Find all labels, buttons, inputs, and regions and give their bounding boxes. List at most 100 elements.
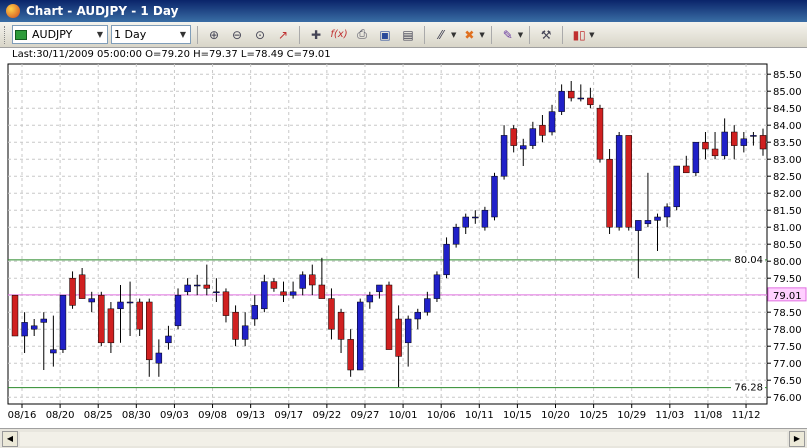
candle-body[interactable] [510,128,517,146]
candle-body[interactable] [357,301,364,371]
candle-body[interactable] [759,135,767,150]
candle-body[interactable] [596,107,604,160]
candle-body[interactable] [750,135,757,137]
candle-body[interactable] [529,128,537,146]
candle-body[interactable] [117,301,124,310]
candle-body[interactable] [299,274,306,289]
candle-body[interactable] [59,294,67,350]
candle-body[interactable] [165,335,172,344]
page-icon[interactable]: ▤ [398,25,418,45]
candle-body[interactable] [280,291,287,296]
chevron-down-icon[interactable]: ▼ [589,31,594,39]
scroll-right-button[interactable]: ▶ [789,430,805,447]
candle-body[interactable] [146,301,153,361]
candle-body[interactable] [126,301,134,304]
candle-body[interactable] [347,339,354,371]
candle-body[interactable] [577,97,585,100]
candle-body[interactable] [683,165,690,174]
candle-body[interactable] [548,111,556,133]
candle-body[interactable] [309,274,316,286]
candle-body[interactable] [213,291,220,294]
candle-body[interactable] [587,97,594,106]
fx-icon[interactable]: f(x) [329,25,349,45]
candlestick-chart[interactable]: 76.0076.5077.0077.5078.0078.5079.0079.50… [0,62,807,428]
chart-area[interactable]: 76.0076.5077.0077.5078.0078.5079.0079.50… [0,62,807,428]
candle-body[interactable] [30,325,38,330]
candle-body[interactable] [692,141,700,174]
candle-body[interactable] [462,216,469,228]
candle-body[interactable] [414,311,421,320]
candle-body[interactable] [232,311,239,340]
candle-body[interactable] [606,158,613,228]
candle-body[interactable] [251,305,258,320]
candle-body[interactable] [404,318,412,344]
candle-body[interactable] [261,281,268,310]
chevron-down-icon[interactable]: ▼ [93,30,107,39]
candle-body[interactable] [395,318,402,357]
cursor-icon[interactable]: ↗ [273,25,293,45]
chevron-down-icon[interactable]: ▼ [176,30,190,39]
candle-body[interactable] [654,216,661,221]
candle-body[interactable] [78,274,86,299]
candle-body[interactable] [558,90,565,112]
save-icon[interactable]: ▣ [375,25,395,45]
candle-body[interactable] [711,148,719,157]
crosshair-icon[interactable]: ✚ [306,25,326,45]
candle-body[interactable] [567,90,575,99]
settings-icon[interactable]: ⚒ [536,25,556,45]
candle-body[interactable] [88,298,95,303]
timeframe-select[interactable]: 1 Day ▼ [111,25,191,44]
candle-body[interactable] [289,291,297,296]
candle-body[interactable] [136,301,143,330]
candle-body[interactable] [155,352,163,364]
candle-body[interactable] [644,220,652,225]
candle-body[interactable] [241,325,249,340]
zoom-out-icon[interactable]: ⊖ [227,25,247,45]
candle-body[interactable] [11,294,19,337]
candle-body[interactable] [337,311,345,340]
zoom-in-icon[interactable]: ⊕ [204,25,224,45]
chevron-down-icon[interactable]: ▼ [451,31,456,39]
candle-body[interactable] [270,281,278,289]
candle-body[interactable] [385,284,393,350]
candle-body[interactable] [731,131,738,146]
candle-body[interactable] [740,138,748,146]
candle-body[interactable] [702,141,709,150]
candle-body[interactable] [376,284,383,293]
candle-body[interactable] [663,206,671,218]
candle-body[interactable] [174,294,182,327]
fibonacci-icon[interactable]: ✖ [459,25,479,45]
symbol-select[interactable]: AUDJPY ▼ [12,25,108,44]
candle-body[interactable] [452,226,460,245]
candle-body[interactable] [635,220,642,231]
chevron-down-icon[interactable]: ▼ [479,31,484,39]
candle-body[interactable] [222,291,230,316]
candle-body[interactable] [184,284,191,293]
line-tool-icon[interactable]: ⁄⁄ [431,25,451,45]
scroll-track[interactable] [20,431,787,446]
candle-body[interactable] [98,294,105,344]
candle-body[interactable] [539,124,546,136]
candle-body[interactable] [481,209,489,228]
print-icon[interactable]: ⎙ [352,25,372,45]
bars-icon[interactable]: ▮▯ [569,25,589,45]
horizontal-scrollbar[interactable]: ◀ ▶ [0,428,807,448]
toolbar-grip[interactable] [4,25,7,44]
candle-body[interactable] [193,284,201,287]
zoom-fit-icon[interactable]: ⊙ [250,25,270,45]
candle-body[interactable] [433,274,441,299]
candle-body[interactable] [366,294,374,303]
candle-body[interactable] [615,135,623,228]
candle-body[interactable] [520,145,527,150]
candle-body[interactable] [673,165,680,208]
candle-body[interactable] [40,318,47,323]
drawing-icon[interactable]: ✎ [498,25,518,45]
candle-body[interactable] [107,308,115,344]
candle-body[interactable] [203,284,211,289]
candle-body[interactable] [69,277,76,306]
candle-body[interactable] [472,216,479,219]
candle-body[interactable] [625,135,632,228]
candle-body[interactable] [318,284,326,299]
candle-body[interactable] [21,322,28,337]
chevron-down-icon[interactable]: ▼ [518,31,523,39]
